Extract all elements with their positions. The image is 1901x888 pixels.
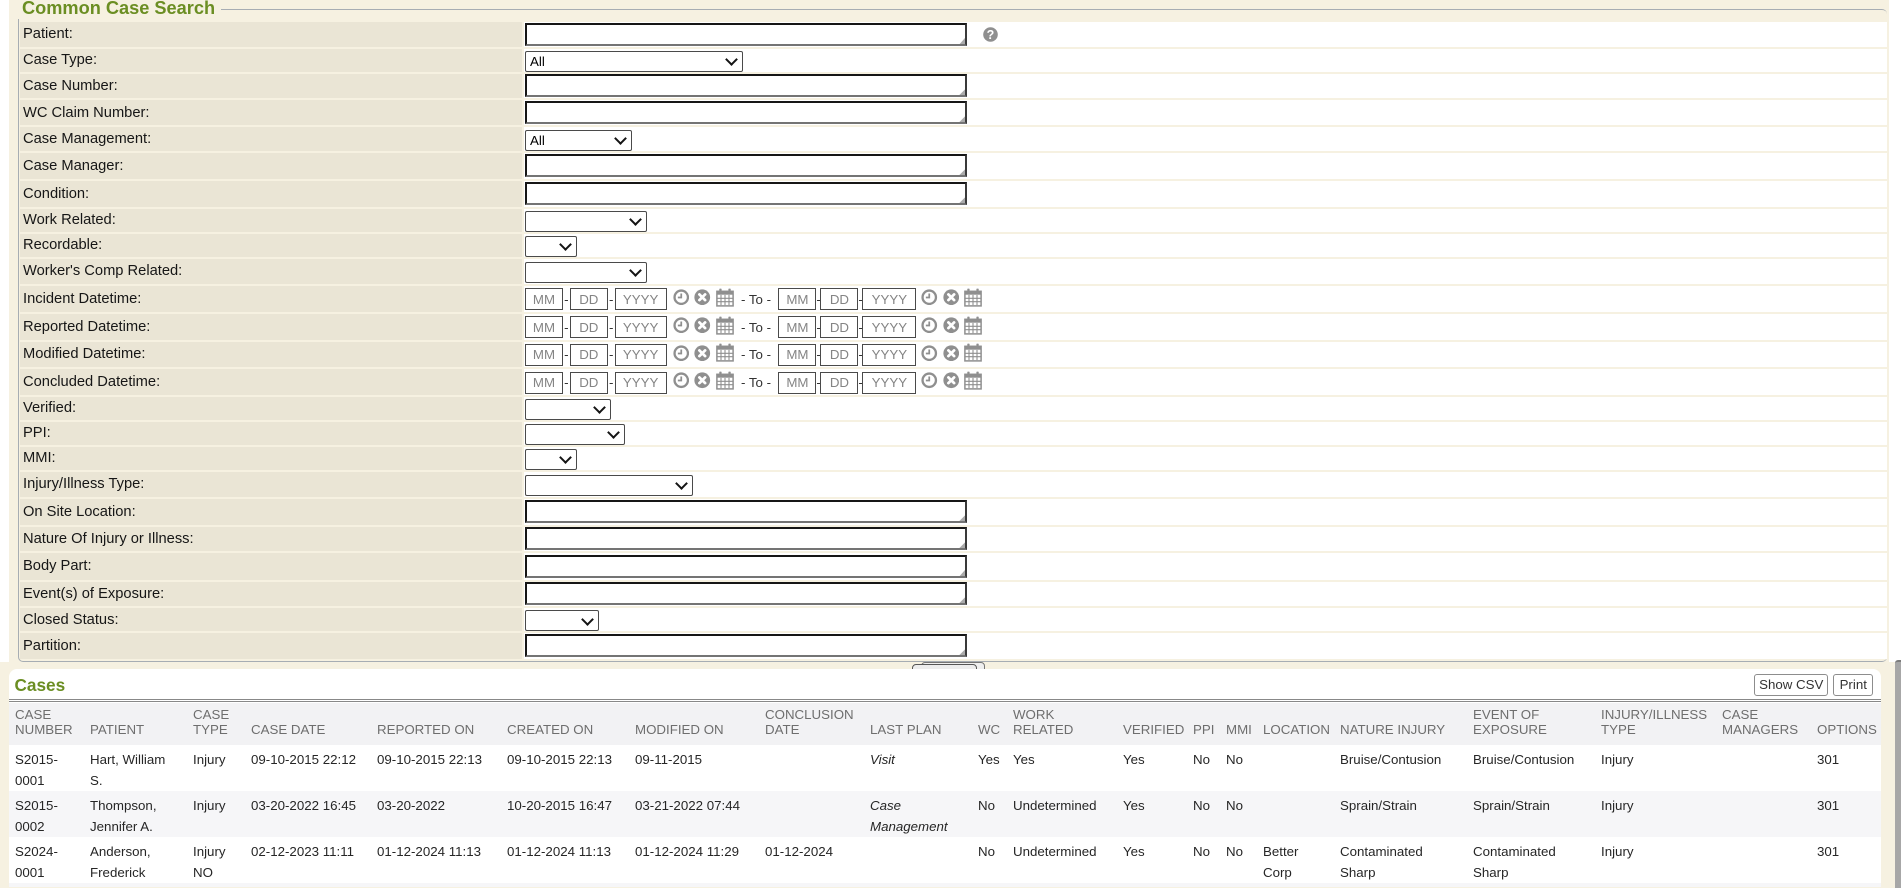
svg-text:?: ?: [986, 27, 994, 41]
